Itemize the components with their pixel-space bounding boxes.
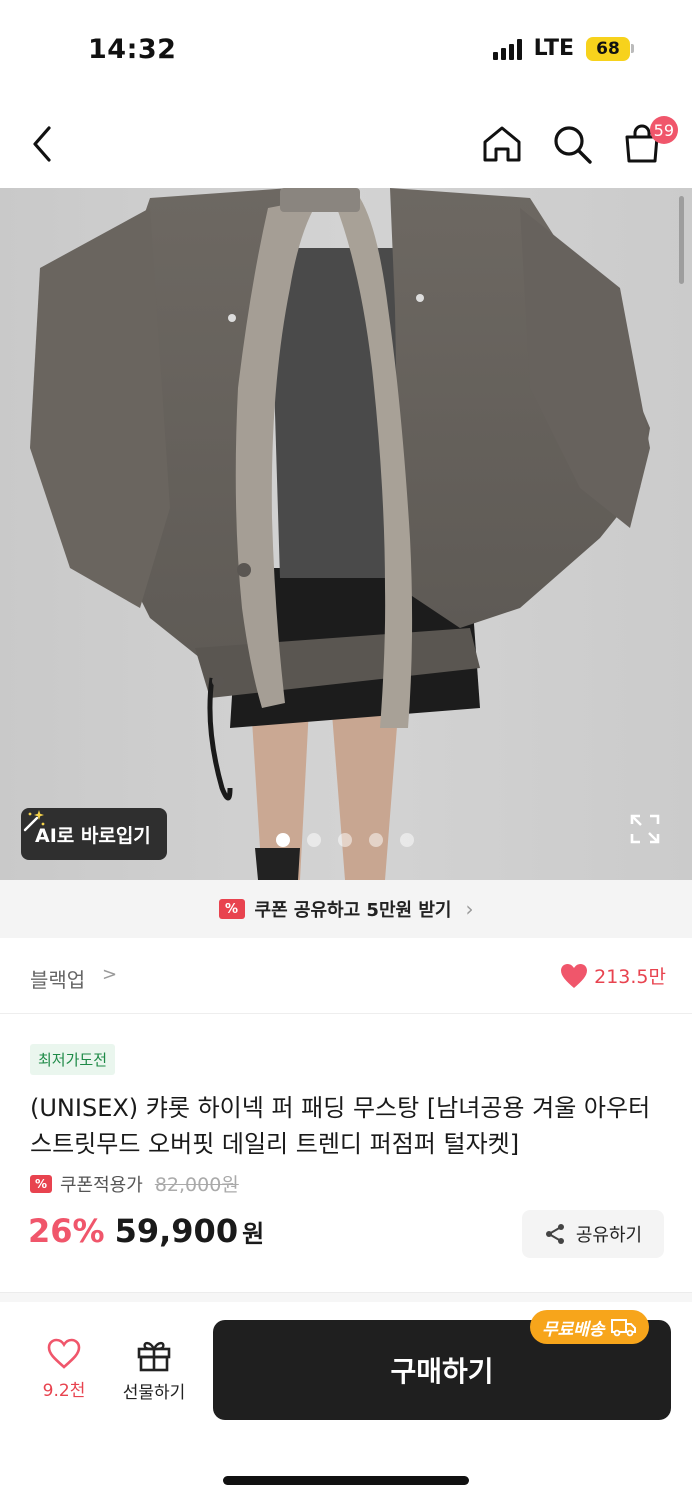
bottom-action-bar: 9.2천 선물하기 구매하기 무료배송 [0, 1302, 692, 1500]
buy-label: 구매하기 [390, 1355, 494, 1388]
product-image-carousel[interactable]: AI로 바로입기 [0, 188, 692, 880]
signal-icon [492, 38, 522, 60]
ai-try-on-button[interactable]: AI로 바로입기 [21, 808, 167, 860]
share-icon [545, 1224, 564, 1244]
battery-icon: 68 [586, 36, 634, 61]
sale-price: 59,900 [114, 1212, 239, 1250]
search-icon [554, 126, 592, 164]
search-button[interactable] [550, 122, 594, 166]
coupon-icon: % [30, 1174, 52, 1193]
chevron-right-icon: › [465, 897, 474, 921]
scrollbar-thumb[interactable] [679, 196, 684, 284]
coupon-share-banner[interactable]: % 쿠폰 공유하고 5만원 받기 › [0, 880, 692, 938]
home-icon [483, 126, 521, 162]
lowest-price-badge: 최저가도전 [30, 1044, 116, 1075]
share-button[interactable]: 공유하기 [522, 1210, 664, 1258]
section-divider [0, 1292, 692, 1302]
fullscreen-button[interactable] [630, 814, 660, 844]
gift-label: 선물하기 [122, 1383, 186, 1403]
carousel-dot[interactable] [338, 833, 352, 847]
ai-try-on-label: AI로 바로입기 [35, 824, 151, 847]
battery-level: 68 [586, 36, 630, 61]
network-label: LTE [533, 36, 574, 61]
price-row: 26% 59,900 원 [28, 1212, 264, 1250]
home-indicator [223, 1476, 469, 1485]
status-time: 14:32 [88, 34, 177, 65]
chevron-left-icon [33, 126, 51, 162]
carousel-dot[interactable] [400, 833, 414, 847]
heart-outline-icon [47, 1338, 81, 1369]
coupon-price-label: 쿠폰적용가 [60, 1174, 143, 1196]
currency-unit: 원 [242, 1220, 265, 1248]
free-shipping-label: 무료배송 [542, 1319, 605, 1340]
coupon-banner-text: 쿠폰 공유하고 5만원 받기 [254, 900, 452, 921]
share-label: 공유하기 [575, 1225, 643, 1246]
product-photo [0, 188, 692, 880]
brand-like-button[interactable]: 213.5만 [560, 962, 666, 989]
coupon-price-row: % 쿠폰적용가 82,000원 [30, 1170, 239, 1197]
home-button[interactable] [480, 122, 524, 166]
heart-filled-icon [561, 963, 588, 988]
wishlist-button[interactable]: 9.2천 [24, 1338, 104, 1401]
coupon-icon: % [218, 899, 245, 919]
carousel-dot[interactable] [307, 833, 321, 847]
brand-chevron-icon: > [102, 964, 118, 985]
free-shipping-badge: 무료배송 [530, 1310, 649, 1344]
brand-row: 블랙업 > 213.5만 [0, 938, 692, 1014]
status-bar: 14:32 LTE 68 [0, 0, 692, 100]
carousel-dot[interactable] [369, 833, 383, 847]
status-indicators: LTE 68 [492, 36, 634, 61]
product-title: (UNISEX) 캬롯 하이넥 퍼 패딩 무스탕 [남녀공용 겨울 아우터 스트… [30, 1094, 651, 1158]
top-nav: 59 [0, 100, 692, 188]
delivery-truck-icon [610, 1319, 636, 1337]
carousel-dot[interactable] [276, 833, 290, 847]
brand-name-link[interactable]: 블랙업 [30, 964, 85, 993]
original-price: 82,000원 [154, 1174, 239, 1196]
magic-wand-icon [23, 810, 45, 832]
brand-like-count: 213.5만 [594, 966, 666, 988]
back-button[interactable] [20, 122, 64, 166]
gift-button[interactable]: 선물하기 [114, 1338, 194, 1403]
gift-icon [137, 1341, 171, 1372]
carousel-dots [276, 833, 414, 847]
wishlist-count: 9.2천 [42, 1381, 86, 1401]
cart-button[interactable]: 59 [620, 116, 678, 166]
expand-icon [630, 814, 660, 844]
discount-rate: 26% [28, 1212, 105, 1250]
cart-count-badge: 59 [649, 116, 678, 144]
